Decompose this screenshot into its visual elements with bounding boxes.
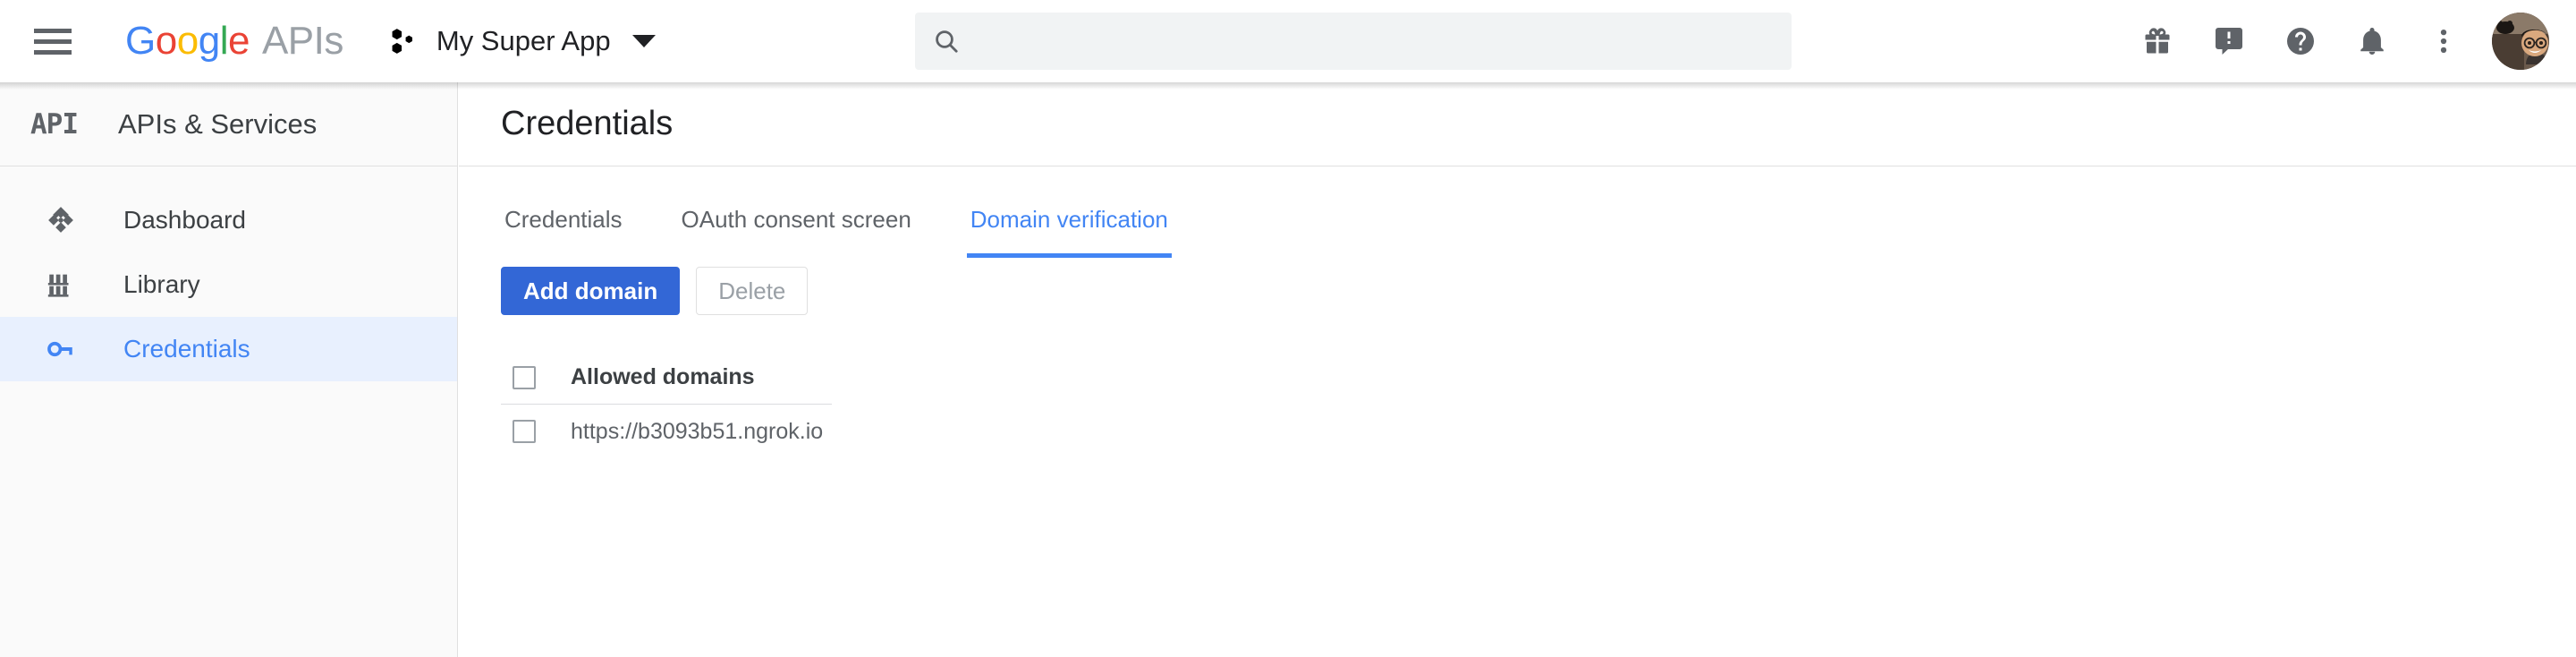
logo-letter: l <box>219 19 229 63</box>
page-title: Credentials <box>501 105 674 142</box>
search-input[interactable] <box>978 13 1792 69</box>
chevron-down-icon <box>631 35 656 47</box>
main-content: Credentials Credentials OAuth consent sc… <box>459 82 2576 657</box>
tab-domain-verification[interactable]: Domain verification <box>966 206 1172 258</box>
header-actions <box>2122 0 2549 82</box>
search-bar[interactable] <box>915 13 1792 70</box>
sidebar-nav: Dashboard Library Credentials <box>0 166 457 381</box>
more-options-icon[interactable] <box>2408 5 2479 77</box>
sidebar-item-credentials[interactable]: Credentials <box>0 317 457 381</box>
delete-button: Delete <box>696 267 809 315</box>
sidebar-item-dashboard[interactable]: Dashboard <box>0 188 457 252</box>
project-hexagons-icon <box>392 29 412 54</box>
hamburger-menu-icon[interactable] <box>34 26 72 56</box>
library-books-icon <box>45 269 77 301</box>
sidebar-title: APIs & Services <box>118 107 318 140</box>
google-apis-logo[interactable]: Go o g l e APIs <box>125 19 343 64</box>
hamburger-line <box>34 28 72 33</box>
user-avatar[interactable] <box>2492 13 2549 70</box>
add-domain-button[interactable]: Add domain <box>501 267 681 315</box>
help-icon[interactable] <box>2265 5 2336 77</box>
tab-credentials[interactable]: Credentials <box>501 206 626 258</box>
logo-letter: G <box>125 19 156 63</box>
hamburger-line <box>34 38 72 44</box>
hamburger-line <box>34 49 72 55</box>
logo-apis-text: APIs <box>261 19 343 63</box>
allowed-domains-table: Allowed domains https://b3093b51.ngrok.i… <box>501 351 832 458</box>
row-checkbox[interactable] <box>513 420 536 443</box>
sidebar-item-label: Credentials <box>123 335 250 363</box>
tab-bar: Credentials OAuth consent screen Domain … <box>459 166 2576 258</box>
page-header: Credentials <box>459 82 2576 166</box>
table-body: https://b3093b51.ngrok.io <box>501 405 832 458</box>
dashboard-diamond-icon <box>45 204 77 236</box>
sidebar-header: API APIs & Services <box>0 82 457 166</box>
table-row[interactable]: https://b3093b51.ngrok.io <box>501 405 832 458</box>
sidebar: API APIs & Services Dashboard Library Cr… <box>0 82 458 657</box>
column-header-allowed-domains: Allowed domains <box>571 364 755 389</box>
project-name-label: My Super App <box>436 25 611 56</box>
sidebar-item-library[interactable]: Library <box>0 252 457 317</box>
logo-letter: e <box>227 19 250 63</box>
logo-letter: o <box>176 19 199 63</box>
select-all-checkbox[interactable] <box>513 365 536 389</box>
tab-oauth-consent-screen[interactable]: OAuth consent screen <box>678 206 915 258</box>
top-header-bar: Go o g l e APIs My Super App <box>0 0 2576 82</box>
logo-letter: g <box>198 19 220 63</box>
feedback-icon[interactable] <box>2193 5 2265 77</box>
gift-icon[interactable] <box>2122 5 2193 77</box>
table-header-row: Allowed domains <box>501 351 832 405</box>
logo-letter: o <box>155 19 177 63</box>
domain-cell: https://b3093b51.ngrok.io <box>571 418 824 444</box>
notifications-bell-icon[interactable] <box>2336 5 2408 77</box>
api-logo-text: API <box>30 107 79 141</box>
key-icon <box>45 333 77 365</box>
action-buttons: Add domain Delete <box>459 267 2576 315</box>
sidebar-item-label: Library <box>123 270 200 298</box>
sidebar-item-label: Dashboard <box>123 206 246 234</box>
search-icon <box>915 13 978 70</box>
project-selector[interactable]: My Super App <box>390 25 656 57</box>
